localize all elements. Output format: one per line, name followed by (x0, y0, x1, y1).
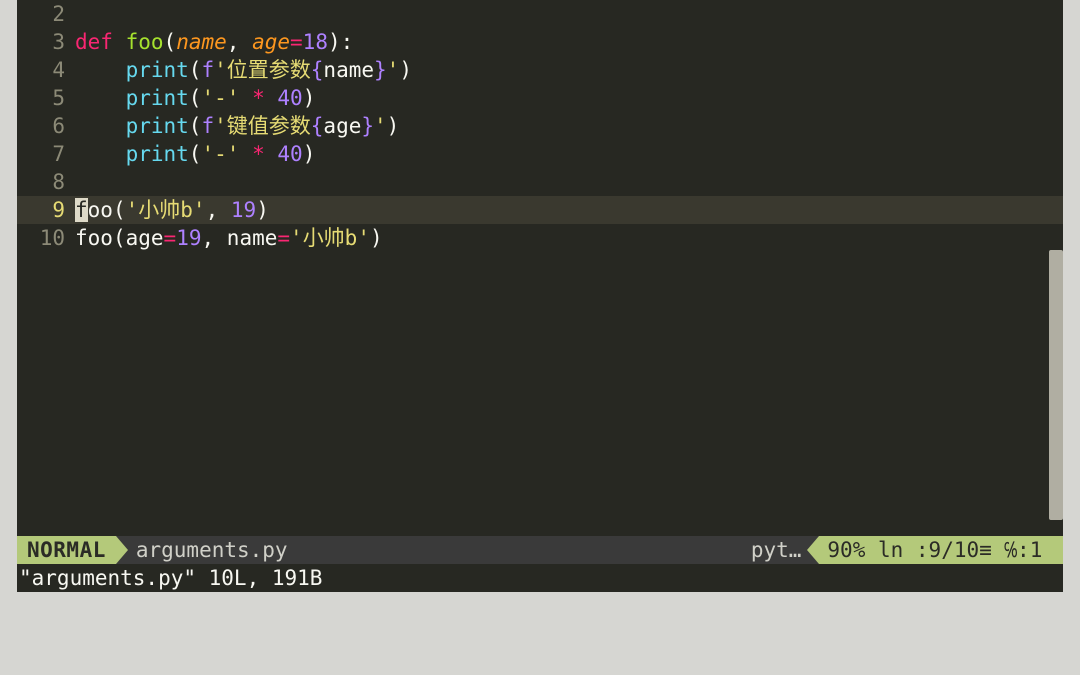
line-number: 3 (17, 28, 75, 56)
interp-var: age (323, 114, 361, 138)
string-literal: 小帅b (138, 198, 193, 222)
cursor: f (75, 198, 88, 222)
line-number: 6 (17, 112, 75, 140)
string-literal: - (214, 86, 227, 110)
operator-star: * (252, 142, 265, 166)
code-line[interactable]: 6 print(f'键值参数{age}') (17, 112, 1063, 140)
line-number: 10 (17, 224, 75, 252)
code-line[interactable]: 7 print('-' * 40) (17, 140, 1063, 168)
call-foo: foo (75, 226, 113, 250)
number-literal: 19 (231, 198, 256, 222)
builtin-print: print (126, 86, 189, 110)
terminal-window: 2 3 def foo(name, age=18): 4 print(f'位置参… (17, 0, 1063, 592)
status-position: 90% ln :9/10≡ ℅:1 (819, 536, 1063, 564)
scrollbar-thumb[interactable] (1049, 250, 1063, 520)
line-number: 5 (17, 84, 75, 112)
interp-var: name (323, 58, 374, 82)
editor-pane[interactable]: 2 3 def foo(name, age=18): 4 print(f'位置参… (17, 0, 1063, 592)
number-literal: 19 (176, 226, 201, 250)
param-name: name (176, 30, 227, 54)
code-line[interactable]: 3 def foo(name, age=18): (17, 28, 1063, 56)
code-area[interactable]: 2 3 def foo(name, age=18): 4 print(f'位置参… (17, 0, 1063, 252)
status-filetype: pyt… (751, 536, 808, 564)
mode-badge: NORMAL (17, 536, 116, 564)
kwarg-age: age (126, 226, 164, 250)
string-literal: 小帅b (303, 226, 358, 250)
line-number: 7 (17, 140, 75, 168)
param-age: age (252, 30, 290, 54)
code-line[interactable]: 10 foo(age=19, name='小帅b') (17, 224, 1063, 252)
status-line: NORMAL arguments.py pyt… 90% ln :9/10≡ ℅… (17, 536, 1063, 564)
line-number-current: 9 (17, 196, 75, 224)
string-literal: 位置参数 (227, 58, 311, 82)
function-name: foo (126, 30, 164, 54)
status-linecol: ln :9/10≡ ℅:1 (865, 536, 1055, 564)
builtin-print: print (126, 58, 189, 82)
builtin-print: print (126, 114, 189, 138)
code-line[interactable]: 4 print(f'位置参数{name}') (17, 56, 1063, 84)
command-line[interactable]: "arguments.py" 10L, 191B (17, 564, 1063, 592)
string-literal: 键值参数 (227, 114, 311, 138)
number-literal: 40 (277, 86, 302, 110)
number-literal: 40 (277, 142, 302, 166)
separator-icon (116, 536, 128, 564)
string-literal: - (214, 142, 227, 166)
code-line[interactable]: 8 (17, 168, 1063, 196)
code-line[interactable]: 5 print('-' * 40) (17, 84, 1063, 112)
keyword-def: def (75, 30, 113, 54)
number-literal: 18 (303, 30, 328, 54)
line-number: 8 (17, 168, 75, 196)
code-line[interactable]: 2 (17, 0, 1063, 28)
operator-star: * (252, 86, 265, 110)
line-number: 4 (17, 56, 75, 84)
status-filename: arguments.py (128, 536, 288, 564)
builtin-print: print (126, 142, 189, 166)
line-number: 2 (17, 0, 75, 28)
code-line-current[interactable]: 9 foo('小帅b', 19) (17, 196, 1063, 224)
separator-icon (807, 536, 819, 564)
kwarg-name: name (227, 226, 278, 250)
status-percent: 90% (827, 536, 865, 564)
